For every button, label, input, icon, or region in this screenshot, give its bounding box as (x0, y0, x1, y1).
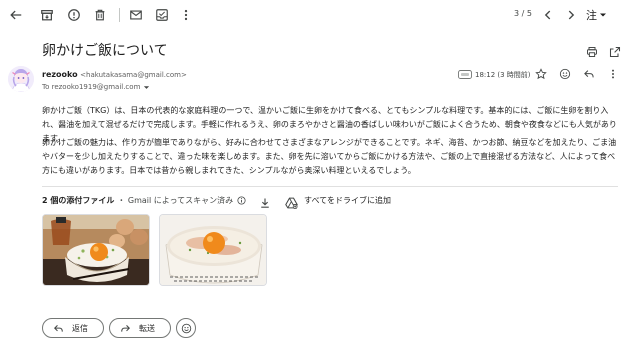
message-counter: 3 / 5 (514, 9, 532, 18)
email-subject: 卵かけご飯について (42, 43, 168, 59)
next-icon[interactable] (563, 7, 579, 23)
attachments-header: 2 個の添付ファイル ・ Gmail によってスキャン済み (42, 195, 246, 206)
recipient-details-icon[interactable] (143, 84, 150, 91)
smiley-icon (181, 323, 191, 333)
message-toolbar: 3 / 5 注 (0, 0, 632, 30)
attachment-thumbnail[interactable] (42, 214, 150, 286)
open-in-new-window-icon[interactable] (609, 43, 621, 62)
reply-label: 返信 (72, 323, 88, 333)
back-arrow-icon[interactable] (8, 7, 24, 23)
print-icon[interactable] (586, 43, 598, 62)
reply-button[interactable]: 返信 (42, 318, 104, 338)
add-all-to-drive-button[interactable]: すべてをドライブに追加 (304, 195, 391, 206)
more-options-icon[interactable] (607, 68, 619, 82)
input-tools-label: 注 (586, 9, 597, 22)
attachments-title: 2 個の添付ファイル (42, 196, 115, 205)
mark-unread-icon[interactable] (128, 7, 144, 23)
sender-avatar[interactable] (8, 66, 34, 92)
sender-name[interactable]: rezooko (42, 70, 78, 79)
reply-icon[interactable] (583, 68, 595, 82)
attachment-divider (42, 186, 618, 187)
recipient-line: To rezooko1919@gmail.com (42, 83, 150, 91)
forward-button[interactable]: 転送 (109, 318, 171, 338)
attachment-thumbnail[interactable] (159, 214, 267, 286)
label-icon[interactable] (458, 70, 472, 81)
sender-email: <hakutakasama@gmail.com> (80, 71, 187, 79)
message-time: 18:12 (3 時間前) (475, 71, 531, 79)
download-all-icon[interactable] (259, 194, 271, 213)
forward-label: 転送 (139, 323, 155, 333)
add-reaction-icon[interactable] (559, 68, 571, 82)
delete-icon[interactable] (92, 7, 108, 23)
reply-arrow-icon (53, 324, 63, 332)
emoji-reaction-button[interactable] (176, 318, 196, 338)
toolbar-divider (119, 8, 120, 22)
chevron-down-icon (600, 13, 606, 17)
sender-line: rezooko <hakutakasama@gmail.com> (42, 70, 187, 79)
star-icon[interactable] (535, 68, 547, 82)
move-to-icon[interactable] (154, 7, 170, 23)
add-to-drive-icon[interactable] (285, 194, 298, 213)
prev-icon[interactable] (540, 7, 556, 23)
forward-arrow-icon (121, 324, 131, 332)
info-icon[interactable] (237, 196, 246, 205)
input-tools-button[interactable]: 注 (586, 7, 607, 23)
scan-note: ・ Gmail によってスキャン済み (117, 196, 234, 205)
archive-icon[interactable] (39, 7, 55, 23)
report-spam-icon[interactable] (66, 7, 82, 23)
message-body-paragraph: 卵かけご飯の魅力は、作り方が簡単でありながら、好みに合わせてさまざまなアレンジが… (42, 138, 617, 175)
more-vert-icon[interactable] (178, 7, 194, 23)
recipient-text: To rezooko1919@gmail.com (42, 83, 141, 91)
